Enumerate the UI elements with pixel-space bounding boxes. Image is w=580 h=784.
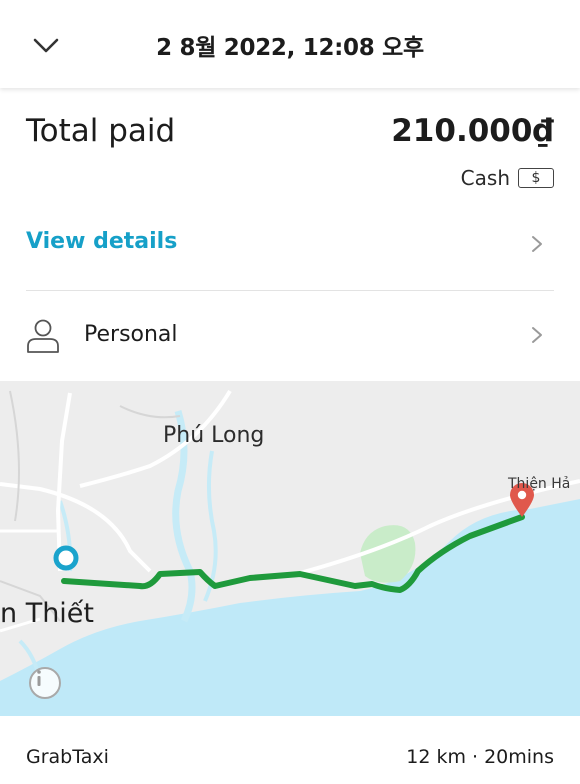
profile-label: Personal	[84, 322, 178, 347]
service-type: GrabTaxi	[26, 746, 109, 768]
ride-receipt-screen: 2 8월 2022, 12:08 오후 Total paid 210.000₫ …	[0, 0, 580, 784]
cash-icon: $	[518, 168, 554, 188]
view-details-link[interactable]: View details	[26, 229, 177, 254]
chevron-right-icon	[532, 327, 542, 343]
profile-row[interactable]: Personal	[26, 302, 554, 372]
trip-distance-duration: 12 km · 20mins	[406, 746, 554, 768]
map-canvas	[0, 389, 580, 716]
total-paid-amount: 210.000₫	[391, 113, 554, 149]
divider	[26, 290, 554, 291]
view-details-row[interactable]: View details	[26, 215, 554, 271]
map-label-phan-thiet: n Thiết	[0, 598, 94, 629]
route-map[interactable]: Phú Long n Thiết Thiện Hả	[0, 381, 580, 716]
chevron-right-icon	[532, 236, 542, 252]
info-icon[interactable]	[29, 667, 61, 699]
map-label-thien-hai: Thiện Hả	[508, 476, 571, 492]
map-label-phu-long: Phú Long	[163, 423, 265, 448]
payment-method: Cash $	[461, 166, 554, 190]
person-icon	[27, 319, 59, 353]
payment-method-label: Cash	[460, 166, 510, 190]
pickup-pin-icon	[53, 545, 79, 571]
total-paid-label: Total paid	[26, 113, 176, 149]
header-bar: 2 8월 2022, 12:08 오후	[0, 0, 580, 88]
page-title: 2 8월 2022, 12:08 오후	[156, 35, 424, 61]
